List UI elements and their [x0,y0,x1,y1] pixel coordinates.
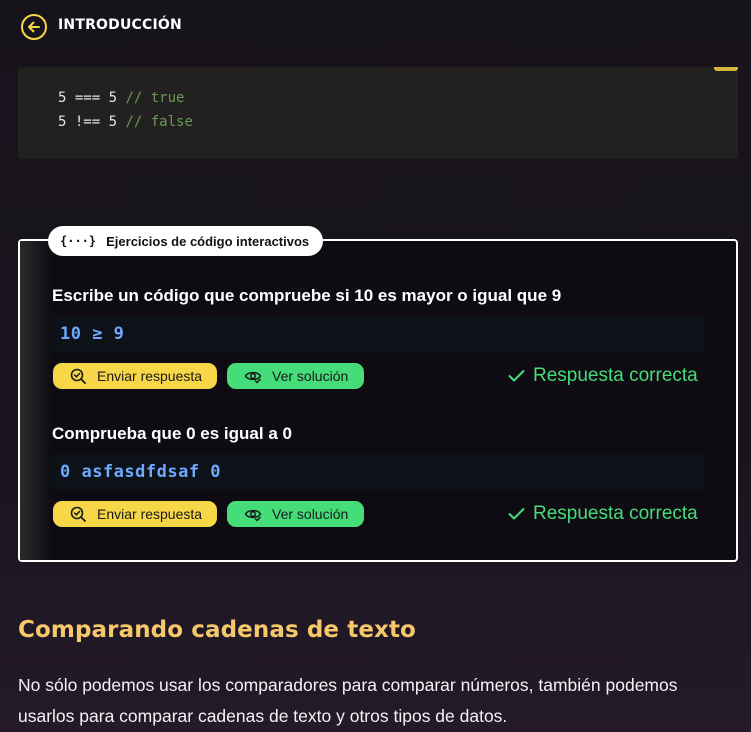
panel-shadow [20,241,52,560]
search-check-icon [69,505,87,523]
top-header: INTRODUCCIÓN [0,0,751,56]
status-text: Respuesta correcta [533,365,698,386]
back-button[interactable] [21,14,47,40]
submit-answer-label: Enviar respuesta [97,506,203,522]
code-braces-icon: {···} [60,234,97,248]
code-text: 5 !== 5 [58,114,126,130]
page-title: INTRODUCCIÓN [58,17,182,33]
code-comment: // false [125,114,193,130]
code-comment: // true [125,90,185,106]
view-solution-button[interactable]: Ver solución [227,363,364,389]
arrow-left-icon [28,21,40,33]
code-line: 5 !== 5 // false [58,114,193,130]
answer-input[interactable]: 10 ≥ 9 [52,316,704,352]
check-icon [508,507,525,521]
code-block: 5 === 5 // true 5 !== 5 // false [18,67,738,159]
status-text: Respuesta correcta [533,503,698,524]
section-paragraph: No sólo podemos usar los comparadores pa… [18,675,678,726]
eye-check-icon [244,367,262,385]
check-icon [508,369,525,383]
status-correct: Respuesta correcta [508,365,698,387]
eye-check-icon [244,505,262,523]
code-text: 5 === 5 [58,90,126,106]
search-check-icon [69,367,87,385]
view-solution-label: Ver solución [272,368,349,384]
view-solution-label: Ver solución [272,506,349,522]
submit-answer-label: Enviar respuesta [97,368,203,384]
answer-input[interactable]: 0 asfasdfdsaf 0 [52,454,704,490]
exercise-question: Comprueba que 0 es igual a 0 [52,424,292,443]
view-solution-button[interactable]: Ver solución [227,501,364,527]
exercise-question: Escribe un código que compruebe si 10 es… [52,286,562,305]
exercises-badge-label: Ejercicios de código interactivos [106,233,310,249]
status-correct: Respuesta correcta [508,503,698,525]
section-heading: Comparando cadenas de texto [18,617,416,643]
exercises-badge: {···} Ejercicios de código interactivos [48,226,324,256]
submit-answer-button[interactable]: Enviar respuesta [53,501,217,527]
submit-answer-button[interactable]: Enviar respuesta [53,363,217,389]
copy-icon[interactable] [714,67,738,71]
code-line: 5 === 5 // true [58,90,184,106]
